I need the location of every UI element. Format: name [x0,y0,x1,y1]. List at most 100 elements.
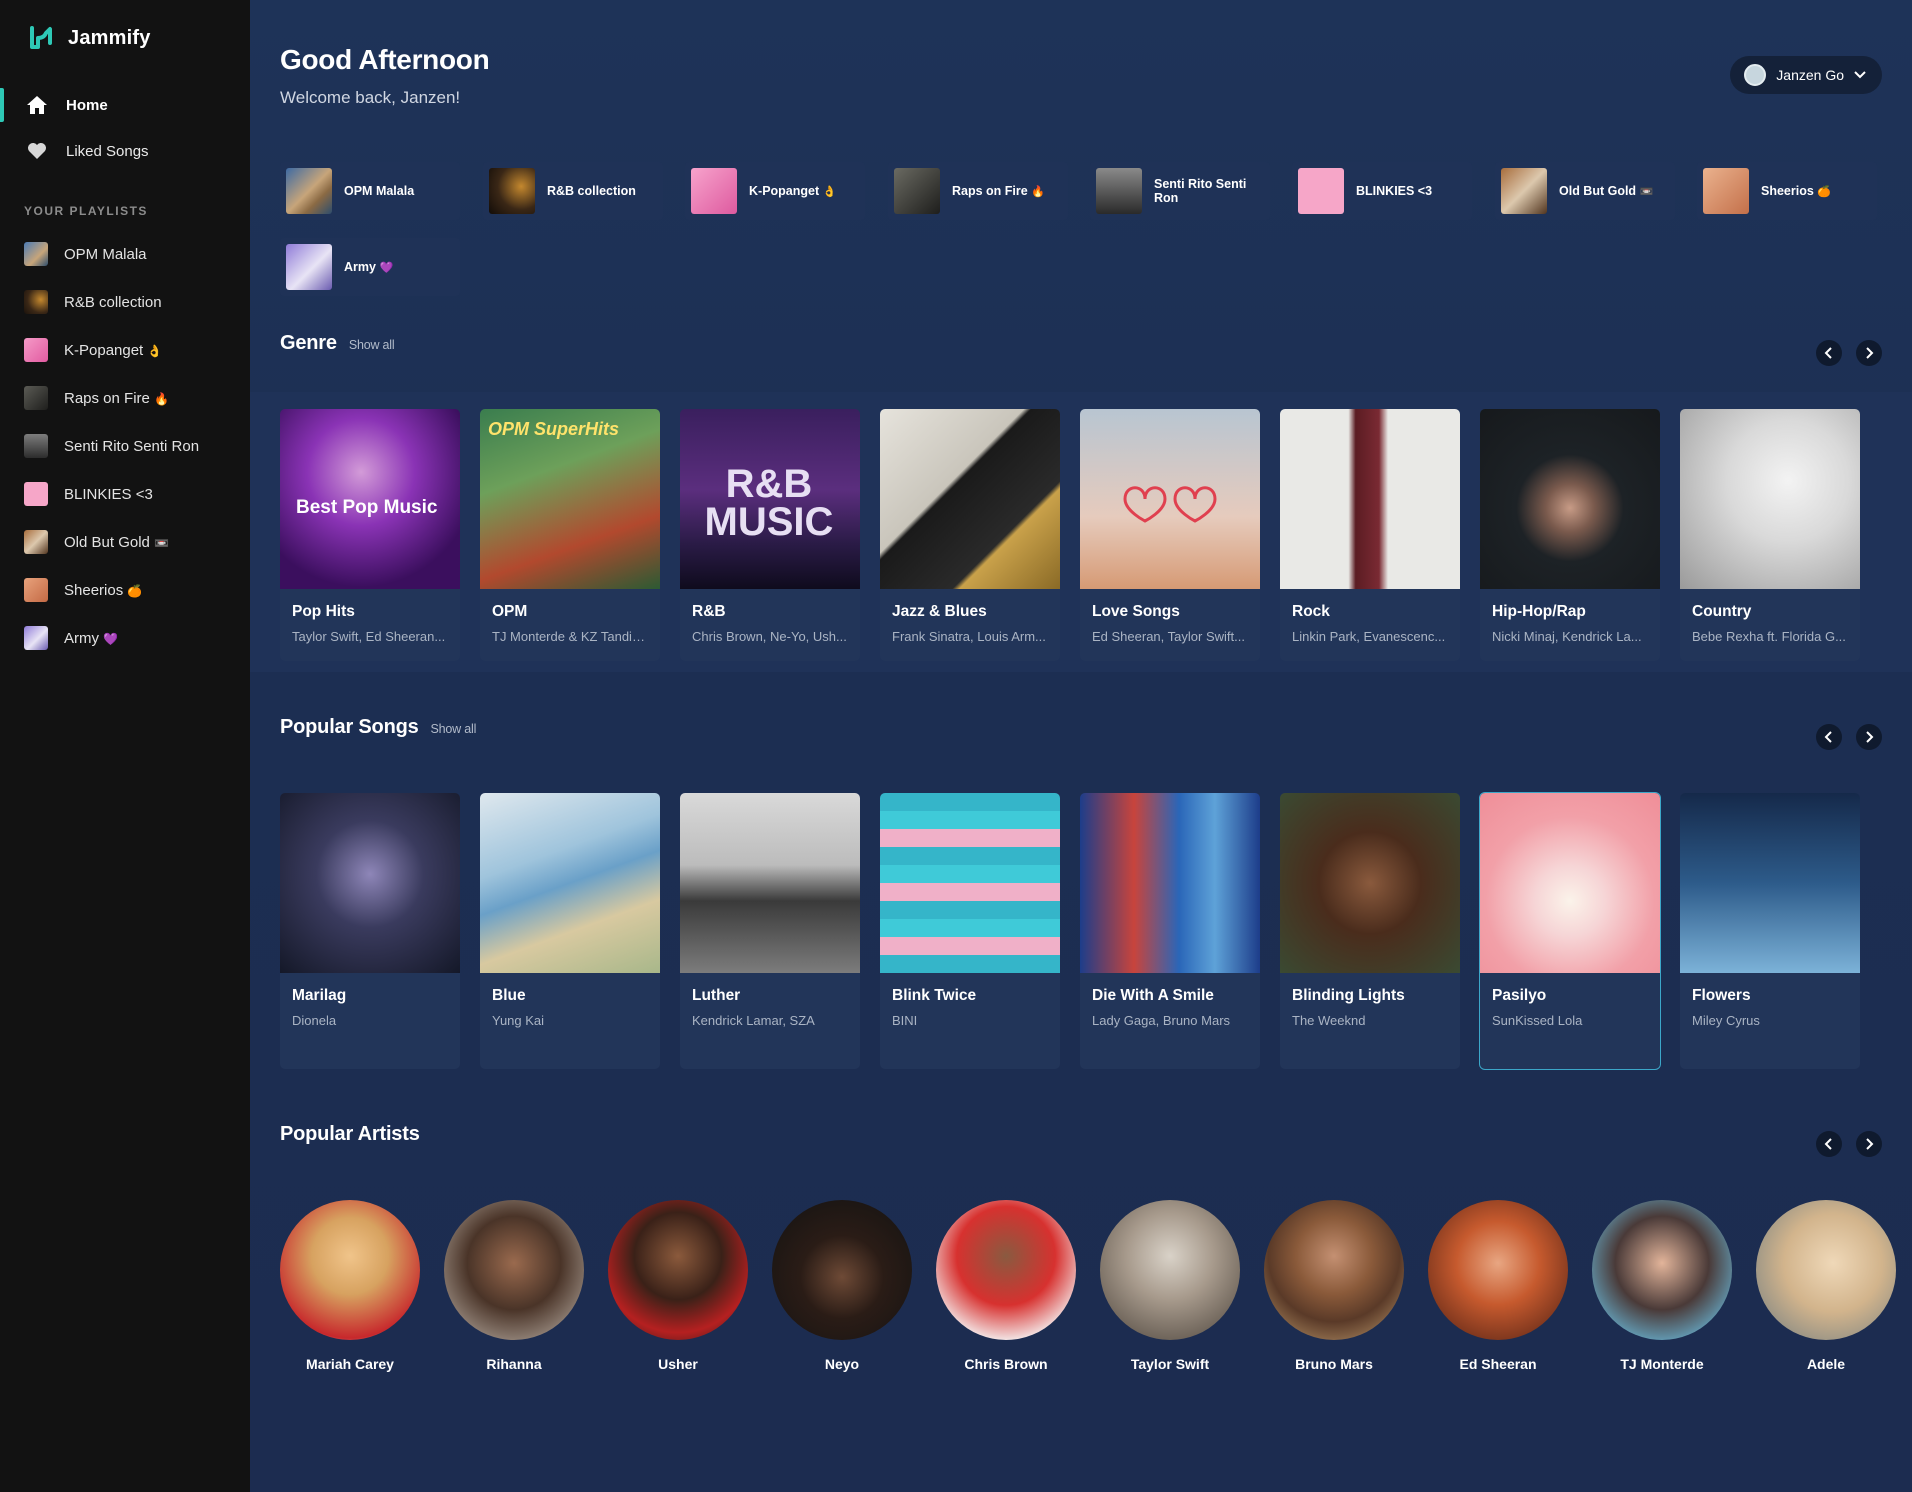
section-title: Popular Artists [280,1123,420,1145]
song-cover [1680,793,1860,973]
sidebar-playlist-blinkies[interactable]: BLINKIES <3 [0,470,250,518]
chevron-right-icon[interactable] [1856,340,1882,366]
quick-playlist-label: Old But Gold [1559,184,1637,198]
quick-playlist-label: K-Popanget [749,184,820,198]
quick-playlist-raps-on-fire[interactable]: Raps on Fire 🔥 [888,162,1068,220]
card-subtitle: Yung Kai [492,1013,545,1028]
song-card-die-with-a-smile[interactable]: Die With A Smile Lady Gaga, Bruno Mars [1080,793,1260,1069]
song-card-flowers[interactable]: Flowers Miley Cyrus [1680,793,1860,1069]
sidebar-playlist-sheerios[interactable]: Sheerios 🍊 [0,566,250,614]
sidebar-playlist-old-but-gold[interactable]: Old But Gold 📼 [0,518,250,566]
brand[interactable]: Jammify [0,0,250,76]
card-title: Love Songs [1092,603,1180,620]
artist-photo [1264,1200,1404,1340]
sidebar-playlist-label: Army [64,629,99,647]
card-subtitle: Taylor Swift, Ed Sheeran... [292,629,446,644]
nav-liked-songs[interactable]: Liked Songs [0,128,250,174]
genre-show-all-link[interactable]: Show all [349,338,395,352]
playlist-cover [24,530,48,554]
quick-playlist-sheerios[interactable]: Sheerios 🍊 [1697,162,1877,220]
genre-cover [880,409,1060,589]
playlist-emoji: 💜 [103,631,119,646]
artist-adele[interactable]: Adele [1756,1200,1896,1372]
artist-taylor-swift[interactable]: Taylor Swift [1100,1200,1240,1372]
artist-usher[interactable]: Usher [608,1200,748,1372]
playlist-cover [1501,168,1547,214]
sidebar-playlist-opm-malala[interactable]: OPM Malala [0,230,250,278]
playlist-cover [1298,168,1344,214]
playlist-cover [24,434,48,458]
chevron-left-icon[interactable] [1816,1131,1842,1157]
artist-photo [1428,1200,1568,1340]
card-subtitle: Linkin Park, Evanescenc... [1292,629,1446,644]
playlist-emoji: 👌 [147,343,163,358]
song-card-blink-twice[interactable]: Blink Twice BINI [880,793,1060,1069]
sidebar-playlist-rnb-collection[interactable]: R&B collection [0,278,250,326]
genre-card-rnb[interactable]: R&B MUSIC R&B Chris Brown, Ne-Yo, Ush... [680,409,860,661]
chevron-down-icon [1854,71,1866,79]
card-subtitle: Chris Brown, Ne-Yo, Ush... [692,629,847,644]
artist-bruno-mars[interactable]: Bruno Mars [1264,1200,1404,1372]
song-cover [480,793,660,973]
quick-playlist-opm-malala[interactable]: OPM Malala [280,162,460,220]
nav-home-label: Home [66,96,108,114]
quick-playlist-k-popanget[interactable]: K-Popanget 👌 [685,162,865,220]
genre-card-pop[interactable]: Best Pop Music Pop Hits Taylor Swift, Ed… [280,409,460,661]
song-card-blinding-lights[interactable]: Blinding Lights The Weeknd [1280,793,1460,1069]
user-name: Janzen Go [1776,67,1844,83]
quick-playlist-blinkies[interactable]: BLINKIES <3 [1292,162,1472,220]
song-card-pasilyo[interactable]: Pasilyo SunKissed Lola [1479,792,1661,1070]
artists-carousel-arrows [1816,1131,1882,1157]
genre-cover: OPM SuperHits [480,409,660,589]
section-title: Genre [280,332,337,354]
nav-home[interactable]: Home [0,82,250,128]
genre-card-country[interactable]: Country Bebe Rexha ft. Florida G... [1680,409,1860,661]
artist-chris-brown[interactable]: Chris Brown [936,1200,1076,1372]
artist-mariah-carey[interactable]: Mariah Carey [280,1200,420,1372]
genre-card-jazz[interactable]: Jazz & Blues Frank Sinatra, Louis Arm... [880,409,1060,661]
card-title: R&B [692,603,726,620]
genre-card-hiphop[interactable]: Hip-Hop/Rap Nicki Minaj, Kendrick La... [1480,409,1660,661]
quick-playlist-old-but-gold[interactable]: Old But Gold 📼 [1495,162,1675,220]
avatar [1744,64,1767,86]
chevron-right-icon[interactable] [1856,1131,1882,1157]
quick-playlist-rnb-collection[interactable]: R&B collection [483,162,663,220]
chevron-left-icon[interactable] [1816,340,1842,366]
quick-playlist-senti-rito[interactable]: Senti Rito Senti Ron [1090,162,1270,220]
genre-card-opm[interactable]: OPM SuperHits OPM TJ Monterde & KZ Tandi… [480,409,660,661]
sidebar-playlist-label: R&B collection [64,293,162,311]
quick-playlist-army[interactable]: Army 💜 [280,238,460,296]
chevron-left-icon[interactable] [1816,724,1842,750]
popular-songs-heading: Popular Songs Show all [280,716,476,739]
playlist-cover [1703,168,1749,214]
song-card-luther[interactable]: Luther Kendrick Lamar, SZA [680,793,860,1069]
sidebar-playlist-label: Raps on Fire [64,389,150,407]
playlist-cover [286,168,332,214]
artist-neyo[interactable]: Neyo [772,1200,912,1372]
artist-tj-monterde[interactable]: TJ Monterde [1592,1200,1732,1372]
genre-card-rock[interactable]: Rock Linkin Park, Evanescenc... [1280,409,1460,661]
genre-card-love[interactable]: Love Songs Ed Sheeran, Taylor Swift... [1080,409,1260,661]
genre-cover [1080,409,1260,589]
sidebar-playlist-raps-on-fire[interactable]: Raps on Fire 🔥 [0,374,250,422]
genre-cover [1480,409,1660,589]
popular-songs-show-all-link[interactable]: Show all [431,722,477,736]
song-card-marilag[interactable]: Marilag Dionela [280,793,460,1069]
card-title: Hip-Hop/Rap [1492,603,1586,620]
artist-rihanna[interactable]: Rihanna [444,1200,584,1372]
sidebar-playlist-army[interactable]: Army 💜 [0,614,250,662]
artist-ed-sheeran[interactable]: Ed Sheeran [1428,1200,1568,1372]
chevron-right-icon[interactable] [1856,724,1882,750]
sidebar-playlist-senti-rito[interactable]: Senti Rito Senti Ron [0,422,250,470]
section-title: Popular Songs [280,716,419,738]
quick-playlist-label: Senti Rito Senti Ron [1154,177,1247,205]
song-card-blue[interactable]: Blue Yung Kai [480,793,660,1069]
card-title: Blinding Lights [1292,987,1405,1004]
sidebar-playlist-k-popanget[interactable]: K-Popanget 👌 [0,326,250,374]
popular-artists-heading: Popular Artists [280,1123,420,1146]
user-menu-button[interactable]: Janzen Go [1730,56,1882,94]
card-title: Die With A Smile [1092,987,1214,1004]
artist-name: Rihanna [486,1356,542,1372]
card-title: Blue [492,987,526,1004]
sidebar-playlist-label: OPM Malala [64,245,147,263]
